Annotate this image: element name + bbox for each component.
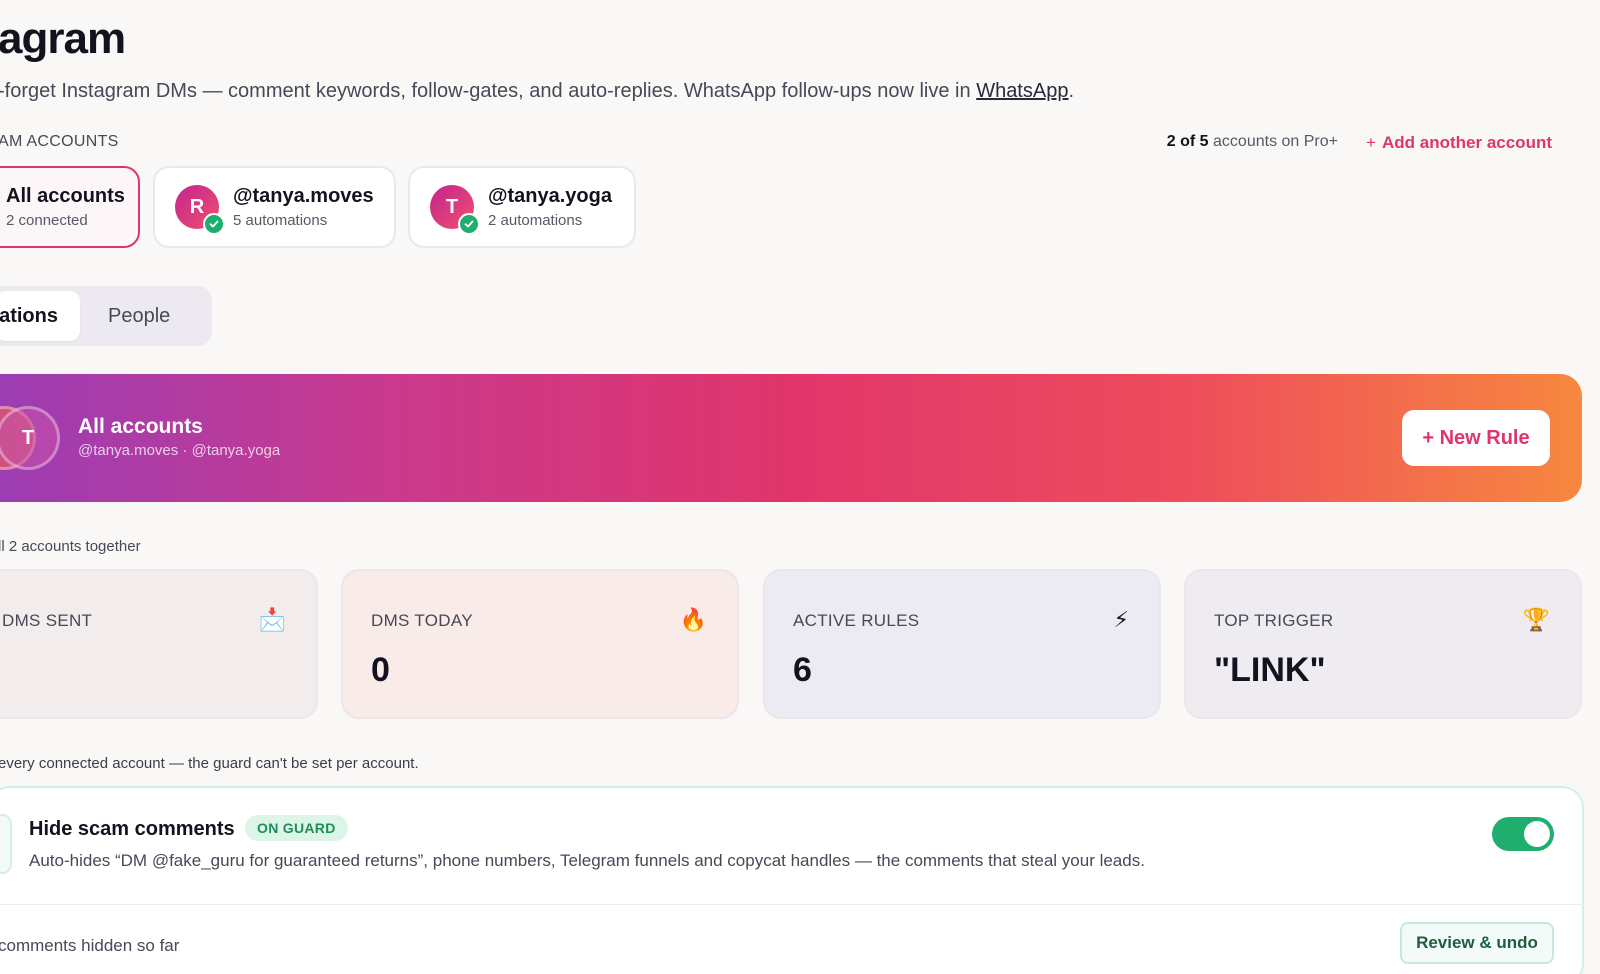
avatar-initial: R (189, 195, 205, 218)
stat-card-dms-today: DMS TODAY 0 🔥 (341, 569, 739, 719)
avatar-initial: T (21, 426, 35, 449)
avatar: T (0, 406, 60, 470)
stat-value: 6 (793, 651, 812, 689)
account-name: @tanya.moves (233, 185, 374, 207)
plus-icon: + (1366, 133, 1376, 152)
trophy-icon: 🏆 (1522, 607, 1550, 632)
accounts-section-label: AM ACCOUNTS (0, 133, 119, 150)
account-banner (0, 374, 1582, 502)
stat-card-dms-sent: DMS SENT 📩 (0, 569, 318, 719)
stat-card-top-trigger: TOP TRIGGER "LINK" 🏆 (1184, 569, 1582, 719)
lightning-icon: ⚡ (1113, 607, 1129, 632)
plan-count: 2 of 5 (1166, 133, 1209, 150)
account-card-tanya-yoga[interactable]: T @tanya.yoga 2 automations (408, 166, 636, 248)
whatsapp-link[interactable]: WhatsApp (976, 80, 1068, 102)
account-card-tanya-moves[interactable]: R @tanya.moves 5 automations (153, 166, 396, 248)
tab-people[interactable]: People (100, 291, 178, 341)
stat-card-active-rules: ACTIVE RULES 6 ⚡ (763, 569, 1161, 719)
plan-suffix: accounts on Pro+ (1208, 133, 1338, 150)
avatar: R (175, 185, 225, 235)
banner-title: All accounts (78, 415, 203, 438)
stat-value: "LINK" (1214, 651, 1326, 689)
account-name: @tanya.yoga (488, 185, 612, 207)
hide-scam-toggle[interactable] (1492, 817, 1554, 851)
stat-value: 0 (371, 651, 390, 689)
plan-usage: 2 of 5 accounts on Pro+ (1167, 133, 1338, 151)
stat-label: DMS SENT (2, 611, 93, 630)
stats-caption: ll 2 accounts together (0, 538, 141, 555)
account-name: All accounts (6, 185, 125, 207)
avatar-initial: T (445, 195, 459, 218)
account-card-all[interactable]: All accounts 2 connected (0, 166, 140, 248)
banner-avatar-stack: T (0, 404, 64, 472)
avatar: T (430, 185, 480, 235)
fire-icon: 🔥 (679, 607, 707, 632)
guard-title: Hide scam comments (29, 818, 235, 840)
account-meta: 2 automations (488, 212, 583, 229)
stat-label: TOP TRIGGER (1214, 611, 1334, 630)
divider (0, 904, 1584, 905)
stat-label: ACTIVE RULES (793, 611, 920, 630)
new-rule-button[interactable]: + New Rule (1402, 410, 1550, 466)
shield-icon (0, 814, 12, 874)
subtitle-text: -forget Instagram DMs — comment keywords… (0, 80, 977, 102)
toggle-knob (1524, 821, 1550, 847)
subtitle-end: . (1068, 80, 1075, 102)
view-tabs: nations People (0, 286, 212, 346)
hidden-count-label: comments hidden so far (0, 936, 180, 955)
review-undo-button[interactable]: Review & undo (1400, 922, 1554, 964)
tab-automations[interactable]: nations (0, 291, 80, 341)
account-card-text: @tanya.yoga 2 automations (488, 185, 612, 229)
account-card-text: @tanya.moves 5 automations (233, 185, 374, 229)
account-meta: 2 connected (6, 212, 88, 229)
scam-guard-card (0, 786, 1584, 974)
add-account-button[interactable]: + Add another account (1366, 133, 1552, 153)
account-card-text: All accounts 2 connected (6, 185, 125, 229)
page-subtitle: -forget Instagram DMs — comment keywords… (0, 80, 1074, 103)
page-title: agram (0, 14, 126, 63)
envelope-icon: 📩 (258, 607, 286, 632)
verified-check-icon (458, 213, 480, 235)
add-account-label: Add another account (1381, 133, 1552, 152)
account-meta: 5 automations (233, 212, 328, 229)
guard-description: Auto-hides “DM @fake_guru for guaranteed… (29, 851, 1145, 870)
guard-caption: every connected account — the guard can'… (0, 755, 419, 772)
verified-check-icon (203, 213, 225, 235)
stat-label: DMS TODAY (371, 611, 473, 630)
banner-subtitle: @tanya.moves · @tanya.yoga (78, 442, 281, 459)
status-badge: ON GUARD (245, 815, 348, 841)
